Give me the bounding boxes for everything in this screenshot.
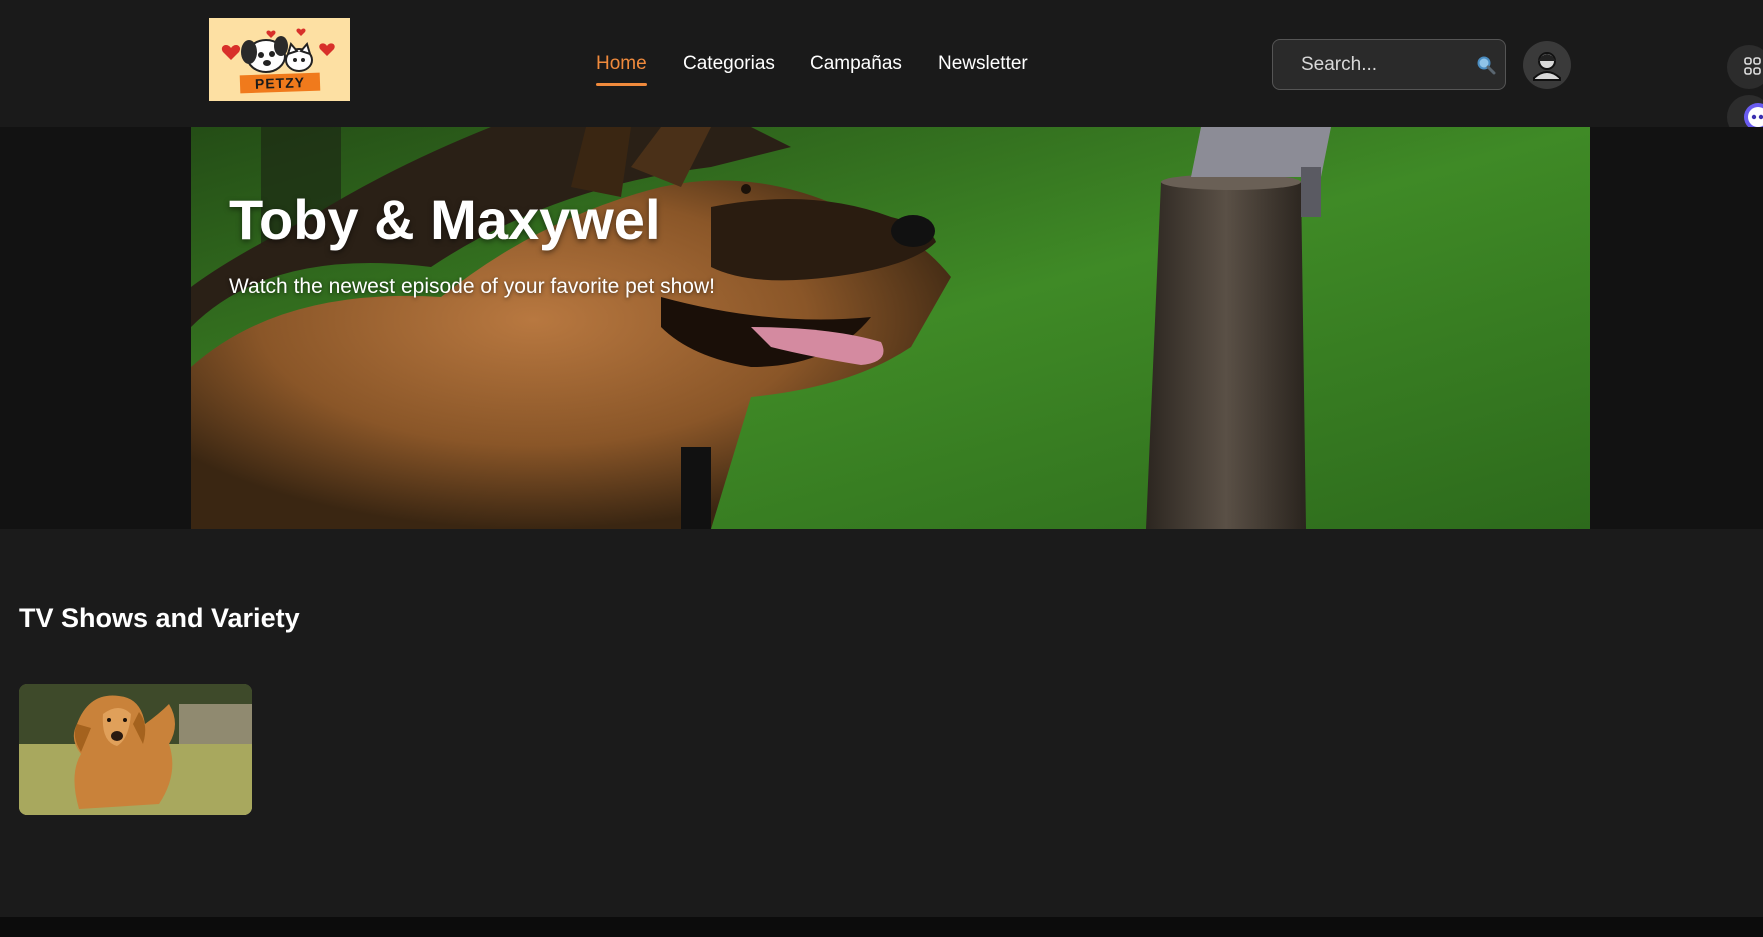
search-input[interactable] [1301, 40, 1471, 89]
nav-home[interactable]: Home [596, 52, 647, 86]
hero-title: Toby & Maxywel [229, 188, 661, 251]
hero-subtitle: Watch the newest episode of your favorit… [229, 275, 715, 298]
bottom-bar [0, 917, 1763, 937]
nav-categorias[interactable]: Categorias [683, 52, 775, 84]
golden-retriever-thumbnail [19, 684, 252, 815]
apps-grid-icon [1744, 57, 1761, 75]
nav-campanas[interactable]: Campañas [810, 52, 902, 84]
apps-grid-button[interactable] [1727, 45, 1763, 89]
hero-banner[interactable]: Toby & Maxywel Watch the newest episode … [191, 127, 1590, 529]
search-icon[interactable] [1476, 55, 1496, 75]
nav-newsletter[interactable]: Newsletter [938, 52, 1028, 84]
user-avatar[interactable] [1523, 41, 1571, 89]
site-logo[interactable]: PETZY [209, 18, 350, 101]
page: PETZY Home Categorias Campañas Newslette… [0, 0, 1763, 937]
user-icon [1533, 52, 1561, 81]
logo-wordmark: PETZY [239, 72, 321, 94]
search-box [1272, 39, 1506, 90]
show-card[interactable] [19, 684, 252, 815]
section-title-tv-shows: TV Shows and Variety [19, 603, 300, 633]
site-header: PETZY Home Categorias Campañas Newslette… [0, 0, 1763, 189]
